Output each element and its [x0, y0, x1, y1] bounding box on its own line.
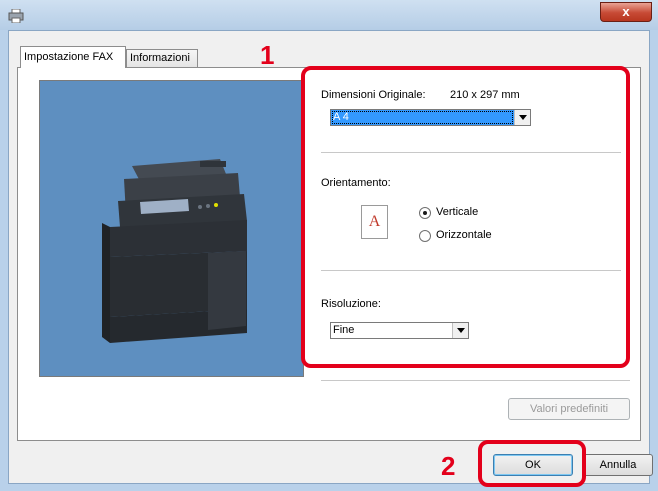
- title-bar: [0, 0, 658, 30]
- callout-2-highlight: [478, 440, 586, 487]
- cancel-button[interactable]: Annulla: [583, 454, 653, 476]
- close-button[interactable]: x: [600, 2, 652, 22]
- tab-impostazione-fax[interactable]: Impostazione FAX: [20, 46, 126, 68]
- defaults-button[interactable]: Valori predefiniti: [508, 398, 630, 420]
- printer-preview: [39, 80, 304, 377]
- callout-1-highlight: [301, 66, 630, 368]
- mfp-printer-illustration: [102, 159, 247, 343]
- callout-2-number: 2: [441, 451, 456, 481]
- tab-label: Informazioni: [130, 52, 190, 64]
- defaults-button-label: Valori predefiniti: [529, 403, 609, 415]
- printer-app-icon: [8, 9, 24, 23]
- tab-informazioni[interactable]: Informazioni: [126, 49, 198, 68]
- tab-label: Impostazione FAX: [24, 51, 114, 63]
- divider: [321, 380, 630, 381]
- close-icon: x: [622, 4, 630, 19]
- cancel-button-label: Annulla: [599, 459, 637, 471]
- callout-1-number: 1: [260, 40, 275, 70]
